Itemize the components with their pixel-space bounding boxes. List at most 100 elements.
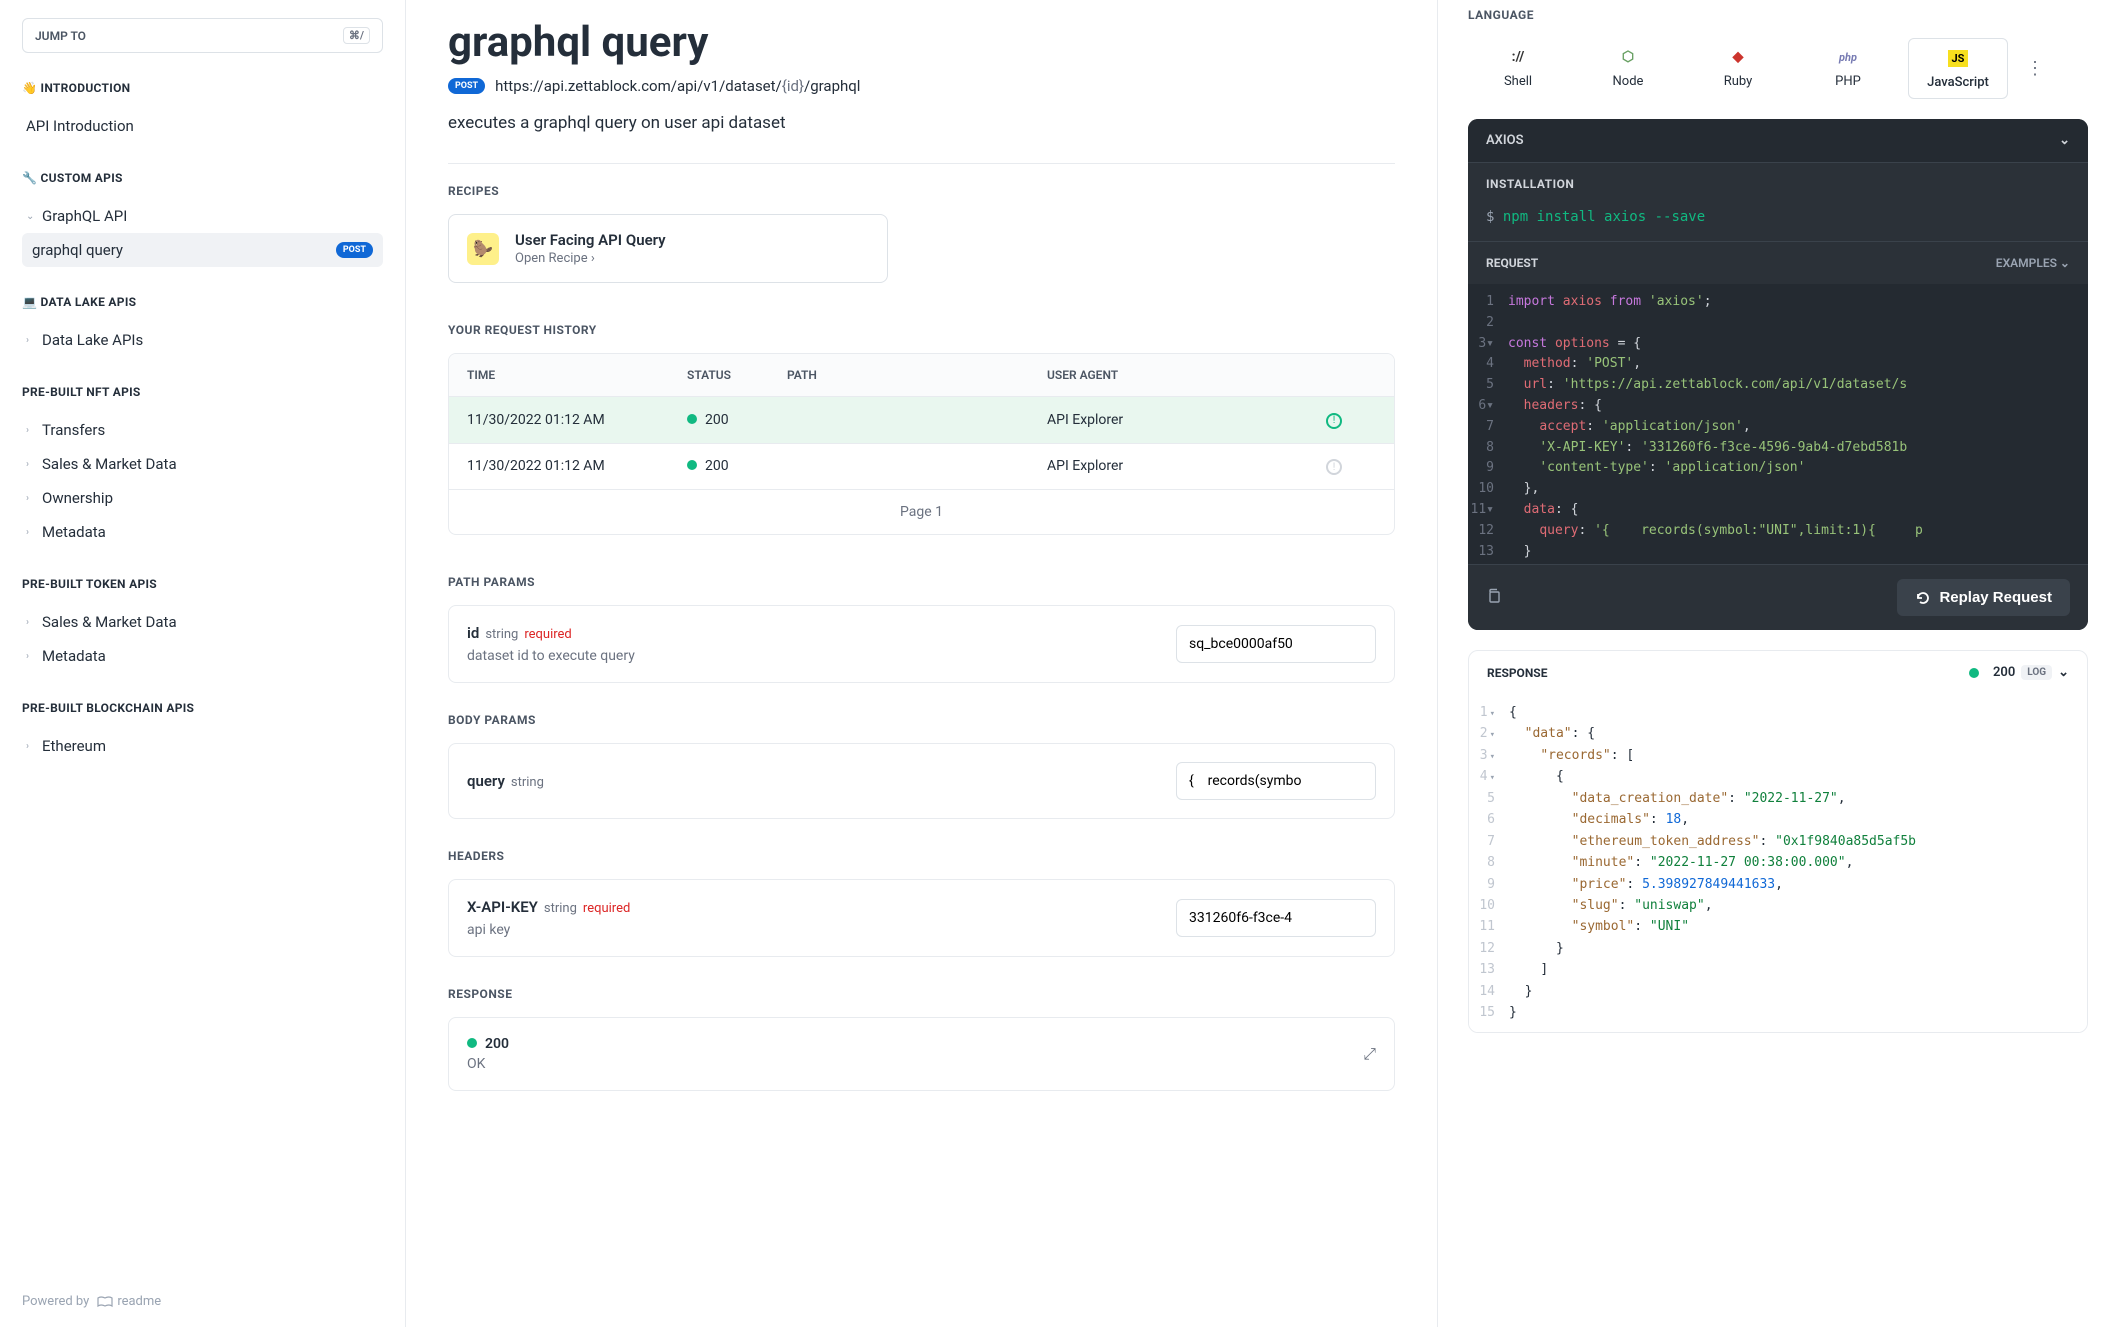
nav-heading: PRE-BUILT TOKEN APIS	[22, 577, 383, 591]
code-editor[interactable]: 1import axios from 'axios';23▾const opti…	[1468, 284, 2088, 564]
endpoint-line: POST https://api.zettablock.com/api/v1/d…	[448, 77, 1395, 95]
javascript-icon: JS	[1913, 47, 2003, 69]
sidebar-item-label: Ownership	[42, 489, 113, 507]
chevron-right-icon: ›	[591, 251, 595, 266]
sidebar-item[interactable]: › Sales & Market Data	[22, 605, 383, 639]
sidebar-item-label: Sales & Market Data	[42, 613, 177, 631]
sidebar-item-label: API Introduction	[26, 117, 134, 135]
sidebar-item-label: Metadata	[42, 523, 106, 541]
lang-tab-javascript[interactable]: JSJavaScript	[1908, 38, 2008, 99]
sidebar: JUMP TO ⌘/ 👋 INTRODUCTIONAPI Introductio…	[0, 0, 406, 1327]
replay-request-button[interactable]: Replay Request	[1897, 579, 2070, 616]
recipes-heading: RECIPES	[448, 184, 1395, 198]
copy-button[interactable]	[1486, 588, 1502, 608]
sidebar-item[interactable]: ⌄GraphQL API	[22, 199, 383, 233]
recipe-title: User Facing API Query	[515, 231, 666, 249]
sidebar-item[interactable]: › Transfers	[22, 413, 383, 447]
divider	[448, 163, 1395, 164]
shortcut-badge: ⌘/	[343, 27, 370, 44]
node-icon: ⬡	[1582, 46, 1674, 68]
id-input[interactable]	[1176, 625, 1376, 663]
sidebar-item-label: Metadata	[42, 647, 106, 665]
param-apikey: X-API-KEYstringrequired api key	[448, 879, 1395, 957]
sidebar-item[interactable]: › Ethereum	[22, 729, 383, 763]
table-row[interactable]: 11/30/2022 01:12 AM200API Explorer!	[449, 396, 1394, 443]
response-body[interactable]: 1▾{2▾ "data": {3▾ "records": [4▾ {5 "dat…	[1469, 694, 2087, 1032]
status-dot-icon	[687, 460, 697, 470]
nav-heading: 🔧 CUSTOM APIS	[22, 171, 383, 185]
install-cmd: $ npm install axios --save	[1468, 205, 2088, 242]
chevron-icon: ›	[26, 493, 36, 504]
method-badge: POST	[336, 242, 373, 258]
examples-dropdown[interactable]: EXAMPLES ⌄	[1996, 256, 2070, 270]
php-icon: php	[1802, 46, 1894, 68]
sidebar-item-label: graphql query	[32, 241, 123, 259]
sidebar-item-label: Transfers	[42, 421, 105, 439]
sidebar-item[interactable]: › Data Lake APIs	[22, 323, 383, 357]
sidebar-item-label: GraphQL API	[42, 207, 127, 225]
lang-tab-php[interactable]: phpPHP	[1798, 38, 1898, 99]
path-params-heading: PATH PARAMS	[448, 575, 1395, 589]
response-heading: RESPONSE	[448, 987, 1395, 1001]
description: executes a graphql query on user api dat…	[448, 113, 1395, 133]
lang-tab-ruby[interactable]: ◆Ruby	[1688, 38, 1788, 99]
response-label: RESPONSE	[1487, 666, 1547, 680]
sidebar-item-label: Ethereum	[42, 737, 106, 755]
request-label: REQUEST	[1486, 256, 1538, 270]
col-time: TIME	[467, 368, 687, 382]
body-params-heading: BODY PARAMS	[448, 713, 1395, 727]
chevron-icon: ›	[26, 651, 36, 662]
axios-label: AXIOS	[1486, 133, 1524, 148]
powered-by: Powered by readme	[22, 1294, 383, 1309]
col-path: PATH	[787, 368, 1047, 382]
chevron-icon: ›	[26, 741, 36, 752]
endpoint-url: https://api.zettablock.com/api/v1/datase…	[495, 77, 860, 95]
sidebar-item[interactable]: graphql query POST	[22, 233, 383, 267]
info-icon: !	[1326, 413, 1342, 429]
expand-icon[interactable]: ⤢	[1363, 1044, 1376, 1064]
history-page: Page 1	[449, 489, 1394, 534]
query-input[interactable]	[1176, 762, 1376, 800]
chevron-down-icon: ⌄	[2058, 665, 2069, 680]
recipe-icon: 🦫	[467, 233, 499, 265]
request-panel: AXIOS ⌄ INSTALLATION $ npm install axios…	[1468, 119, 2088, 630]
lang-tab-shell[interactable]: ://Shell	[1468, 38, 1568, 99]
table-row[interactable]: 11/30/2022 01:12 AM200API Explorer!	[449, 443, 1394, 490]
chevron-down-icon[interactable]: ⌄	[2059, 133, 2070, 148]
history-heading: YOUR REQUEST HISTORY	[448, 323, 1395, 337]
sidebar-item[interactable]: › Ownership	[22, 481, 383, 515]
sidebar-item[interactable]: › Metadata	[22, 639, 383, 673]
col-ua: USER AGENT	[1047, 368, 1326, 382]
sidebar-item[interactable]: ›Metadata	[22, 515, 383, 549]
info-icon: !	[1326, 459, 1342, 475]
jump-to-button[interactable]: JUMP TO ⌘/	[22, 18, 383, 53]
sidebar-item[interactable]: API Introduction	[22, 109, 383, 143]
language-tabs: ://Shell⬡Node◆RubyphpPHPJSJavaScript ⋮	[1468, 38, 2088, 99]
readme-logo[interactable]: readme	[97, 1294, 161, 1309]
lang-tab-node[interactable]: ⬡Node	[1578, 38, 1678, 99]
more-languages-button[interactable]: ⋮	[2018, 58, 2052, 79]
recipe-card[interactable]: 🦫 User Facing API Query Open Recipe ›	[448, 214, 888, 283]
response-status-dropdown[interactable]: 200 LOG ⌄	[1969, 665, 2069, 680]
apikey-input[interactable]	[1176, 899, 1376, 937]
chevron-icon: ›	[26, 335, 36, 346]
chevron-icon: ›	[26, 425, 36, 436]
sidebar-item-label: Data Lake APIs	[42, 331, 143, 349]
response-panel: RESPONSE 200 LOG ⌄ 1▾{2▾ "data": {3▾ "re…	[1468, 650, 2088, 1033]
ruby-icon: ◆	[1692, 46, 1784, 68]
jump-to-label: JUMP TO	[35, 29, 86, 43]
status-dot-icon	[1969, 668, 1979, 678]
language-heading: LANGUAGE	[1468, 8, 2088, 22]
chevron-icon: ›	[26, 617, 36, 628]
recipe-open-link[interactable]: Open Recipe ›	[515, 251, 666, 266]
status-dot-icon	[467, 1038, 477, 1048]
status-dot-icon	[687, 414, 697, 424]
install-label: INSTALLATION	[1468, 163, 2088, 205]
chevron-icon: ›	[26, 459, 36, 470]
col-status: STATUS	[687, 368, 787, 382]
response-200[interactable]: 200 OK ⤢	[448, 1017, 1395, 1091]
sidebar-item[interactable]: ›Sales & Market Data	[22, 447, 383, 481]
page-title: graphql query	[448, 18, 1395, 67]
nav-heading: PRE-BUILT NFT APIS	[22, 385, 383, 399]
param-id: idstringrequired dataset id to execute q…	[448, 605, 1395, 683]
